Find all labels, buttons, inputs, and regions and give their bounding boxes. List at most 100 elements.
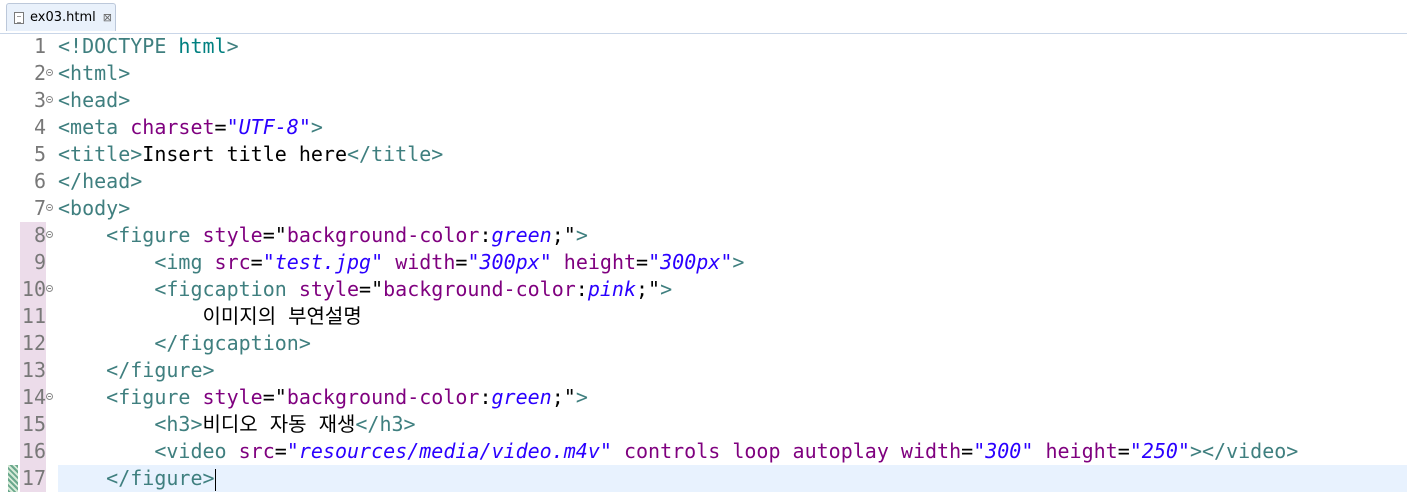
code-token: style [298,277,360,301]
code-token: height [1045,439,1118,463]
code-token: =" [262,223,287,247]
code-text: <img src="test.jpg" width="300px" height… [58,249,1407,276]
code-token: <html> [58,61,131,85]
code-token: "250" [1129,439,1190,463]
code-token: = [250,250,263,274]
code-token: = [274,439,287,463]
fold-toggle-icon[interactable] [46,285,53,292]
fold-toggle-icon[interactable] [46,96,53,103]
code-token: green [491,223,552,247]
code-text: <meta charset="UTF-8"> [58,114,1407,141]
editor-tab-bar: ex03.html ⊠ [0,0,1407,34]
code-line[interactable]: 14 <figure style="background-color:green… [0,384,1407,411]
line-number: 10 [21,277,46,301]
tab-ex03-html[interactable]: ex03.html ⊠ [6,3,116,31]
code-token: width [900,439,962,463]
code-token: <head> [58,88,131,112]
line-number: 3 [33,88,46,112]
code-line[interactable]: 1 <!DOCTYPE html> [0,33,1407,60]
line-number: 14 [21,385,46,409]
code-token: </head> [58,169,143,193]
code-line[interactable]: 13 </figure> [0,357,1407,384]
code-line[interactable]: 10 <figcaption style="background-color:p… [0,276,1407,303]
code-editor[interactable]: 1 <!DOCTYPE html> 2 <html> 3 <head> 4 <meta cha… [0,33,1407,497]
code-token: "300px" [648,250,733,274]
code-token: > [575,385,588,409]
code-token: > [226,34,239,58]
line-number: 16 [21,439,46,463]
code-token: green [491,385,552,409]
code-token: <body> [58,196,131,220]
code-line[interactable]: 6 </head> [0,168,1407,195]
code-line[interactable]: 16 <video src="resources/media/video.m4v… [0,438,1407,465]
code-token: <h3> [154,412,203,436]
code-token: > [575,223,588,247]
code-token: <!DOCTYPE [58,34,179,58]
code-text: <figure style="background-color:green;"> [58,384,1407,411]
fold-toggle-icon[interactable] [46,231,53,238]
code-token: background-color [286,385,480,409]
tab-title: ex03.html [30,10,96,25]
code-line[interactable]: 7 <body> [0,195,1407,222]
code-token: background-color [286,223,480,247]
code-token: height [563,250,637,274]
code-text: 이미지의 부연설명 [58,303,1407,330]
line-number: 4 [33,115,46,139]
html-file-icon [14,11,24,24]
fold-toggle-icon[interactable] [46,69,53,76]
code-text: <html> [58,60,1407,87]
line-number: 5 [33,142,46,166]
line-number: 2 [33,61,46,85]
line-number: 8 [33,223,46,247]
code-token: <figure [106,385,203,409]
code-token: 비디오 자동 재생 [202,412,356,436]
code-token: > [660,277,673,301]
code-token: ;" [636,277,661,301]
code-token: background-color [383,277,576,301]
code-token: </figcaption> [154,331,311,355]
line-number: 6 [33,169,46,193]
code-token: style [202,385,263,409]
code-line[interactable]: 5 <title>Insert title here</title> [0,141,1407,168]
code-text: <figure style="background-color:green;"> [58,222,1407,249]
code-token: controls [623,439,721,463]
code-text: </figure> [58,357,1407,384]
code-token: : [479,223,492,247]
code-token: = [214,115,227,139]
code-text: <h3>비디오 자동 재생</h3> [58,411,1407,438]
code-line[interactable]: 12 </figcaption> [0,330,1407,357]
line-number: 17 [21,466,46,490]
code-line[interactable]: 3 <head> [0,87,1407,114]
code-line[interactable]: 4 <meta charset="UTF-8"> [0,114,1407,141]
code-token: : [479,385,492,409]
code-token: html [178,34,227,58]
code-line[interactable]: 17 </figure> [0,465,1407,492]
line-number: 7 [33,196,46,220]
code-text: <title>Insert title here</title> [58,141,1407,168]
code-token: "test.jpg" [262,250,384,274]
code-token: = [1117,439,1130,463]
code-token: </h3> [355,412,416,436]
code-line[interactable]: 9 <img src="test.jpg" width="300px" heig… [0,249,1407,276]
code-token: ;" [551,223,576,247]
fold-toggle-icon[interactable] [46,393,53,400]
code-token: <figure [106,223,203,247]
code-token: </figure> [106,466,215,490]
code-line[interactable]: 8 <figure style="background-color:green;… [0,222,1407,249]
fold-toggle-icon[interactable] [46,204,53,211]
code-text: <body> [58,195,1407,222]
code-token: ;" [551,385,576,409]
code-text: <head> [58,87,1407,114]
code-line[interactable]: 11 이미지의 부연설명 [0,303,1407,330]
close-tab-icon[interactable]: ⊠ [103,12,112,23]
code-line[interactable]: 2 <html> [0,60,1407,87]
code-text: </figcaption> [58,330,1407,357]
code-line[interactable]: 15 <h3>비디오 자동 재생</h3> [0,411,1407,438]
